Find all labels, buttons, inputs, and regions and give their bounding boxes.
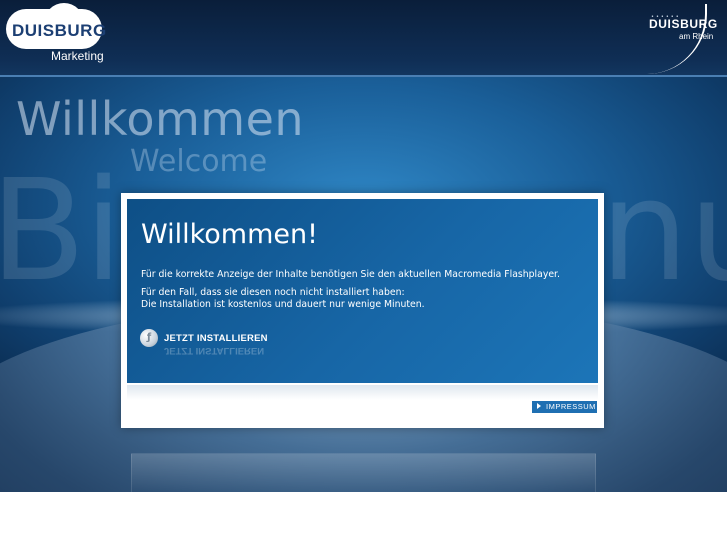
background-watermark-left: Bi xyxy=(0,150,123,313)
welcome-title: Willkommen! xyxy=(141,219,318,250)
header-bar: DUISBURG Marketing •••••• DUISBURG am Rh… xyxy=(0,0,727,77)
logo-subtitle: am Rhein xyxy=(679,32,714,41)
logo-wordmark: DUISBURG xyxy=(12,21,107,40)
install-free-text: Die Installation ist kostenlos und dauer… xyxy=(141,299,425,310)
flash-intro-stage: Bi nu Willkommen Welcome DUISBURG Market… xyxy=(0,0,727,492)
background-headline-en: Welcome xyxy=(130,144,268,179)
logo-wordmark: DUISBURG xyxy=(649,17,718,31)
impressum-label: IMPRESSUM xyxy=(546,402,596,411)
install-button-reflection: JETZT INSTALLIEREN xyxy=(164,345,265,356)
flash-player-icon: ƒ xyxy=(140,329,158,347)
duisburg-marketing-logo[interactable]: DUISBURG Marketing xyxy=(6,3,106,63)
background-watermark-right: nu xyxy=(600,150,727,313)
flash-requirement-text: Für die korrekte Anzeige der Inhalte ben… xyxy=(141,269,560,280)
install-flash-button[interactable]: ƒ JETZT INSTALLIEREN JETZT INSTALLIEREN xyxy=(140,329,280,356)
play-arrow-icon xyxy=(537,403,541,409)
background-headline-de: Willkommen xyxy=(16,92,305,146)
welcome-card-footer xyxy=(127,385,598,422)
install-button-label: JETZT INSTALLIEREN xyxy=(164,333,268,344)
duisburg-am-rhein-logo[interactable]: •••••• DUISBURG am Rhein xyxy=(645,4,725,74)
welcome-card: Willkommen! Für die korrekte Anzeige der… xyxy=(121,193,604,428)
logo-subtitle: Marketing xyxy=(51,49,104,63)
card-reflection xyxy=(131,453,596,492)
impressum-button[interactable]: IMPRESSUM xyxy=(532,401,597,413)
install-hint-text: Für den Fall, dass sie diesen noch nicht… xyxy=(141,287,405,298)
welcome-card-panel: Willkommen! Für die korrekte Anzeige der… xyxy=(127,199,598,383)
